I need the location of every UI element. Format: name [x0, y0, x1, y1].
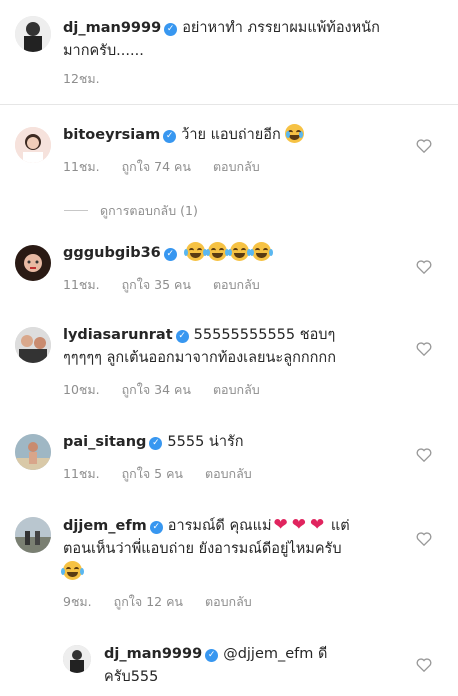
reply-button[interactable]: ตอบกลับ	[213, 159, 260, 174]
comment-likes[interactable]: ถูกใจ 34 คน	[122, 382, 191, 397]
verified-badge-icon: ✓	[149, 437, 163, 450]
tears-of-joy-emoji-icon	[250, 242, 274, 261]
comment-time: 11ชม.	[63, 466, 100, 481]
comment-time: 10ชม.	[63, 382, 100, 397]
comment-likes[interactable]: ถูกใจ 35 คน	[122, 277, 191, 292]
verified-badge-icon: ✓	[149, 521, 163, 534]
mention-link[interactable]: @djjem_efm	[223, 646, 313, 662]
reply-text: dj_man9999 ✓ @djjem_efm ดี ครับ555	[104, 643, 404, 689]
heart-outline-icon[interactable]	[416, 138, 432, 153]
comment-meta: 10ชม. ถูกใจ 34 คน ตอบกลับ	[63, 380, 282, 400]
comment-text: gggubgib36 ✓	[63, 242, 274, 265]
tears-of-joy-emoji-icon	[228, 242, 252, 261]
heart-outline-icon[interactable]	[416, 341, 432, 356]
comment-meta: 11ชม. ถูกใจ 5 คน ตอบกลับ	[63, 464, 274, 484]
comment-username[interactable]: gggubgib36	[63, 245, 161, 261]
reply-body-line2: ครับ555	[104, 669, 159, 685]
verified-badge-icon: ✓	[175, 330, 189, 343]
verified-badge-icon: ✓	[163, 130, 177, 143]
comment-body-line2: ตอนเห็นว่าพี่แอบถ่าย ยังอารมณ์ดีอยู่ไหมค…	[63, 541, 342, 557]
avatar-image	[15, 245, 51, 281]
avatar-image	[15, 327, 51, 363]
heart-outline-icon[interactable]	[416, 531, 432, 546]
avatar[interactable]	[15, 517, 51, 553]
comment-body-b: แต่	[330, 518, 350, 534]
verified-badge-icon: ✓	[205, 649, 219, 662]
avatar-image	[15, 517, 51, 553]
reply-button[interactable]: ตอบกลับ	[205, 594, 252, 609]
comment-meta: 9ชม. ถูกใจ 12 คน ตอบกลับ	[63, 592, 274, 612]
view-replies-button[interactable]: ดูการตอบกลับ (1)	[64, 201, 198, 221]
verified-badge-icon: ✓	[164, 23, 178, 36]
reply-button[interactable]: ตอบกลับ	[213, 382, 260, 397]
comment-text: djjem_efm ✓ อารมณ์ดี คุณแม่ ❤ ❤ ❤ แต่ ตอนเห็น…	[61, 514, 423, 584]
avatar[interactable]	[63, 645, 91, 673]
comment-time: 9ชม.	[63, 594, 92, 609]
red-heart-emoji-icon: ❤	[310, 515, 325, 535]
avatar[interactable]	[15, 434, 51, 470]
tears-of-joy-emoji-icon	[61, 561, 84, 580]
comment-meta: 11ชม. ถูกใจ 74 คน ตอบกลับ	[63, 157, 282, 177]
reply-button[interactable]: ตอบกลับ	[205, 466, 252, 481]
avatar-image	[15, 127, 51, 163]
comment-body: 5555 น่ารัก	[167, 434, 244, 450]
comment-username[interactable]: pai_sitang	[63, 434, 146, 450]
heart-outline-icon[interactable]	[416, 657, 432, 672]
avatar-image	[15, 16, 51, 52]
comment-username[interactable]: lydiasarunrat	[63, 327, 173, 343]
comment-username[interactable]: djjem_efm	[63, 518, 147, 534]
caption-meta: 12ชม.	[63, 69, 122, 89]
reply-body-a: ดี	[318, 646, 328, 662]
caption-section: dj_man9999 ✓ อย่าหาทำ ภรรยาผมแพ้ท้องหนัก ม…	[0, 0, 458, 105]
comment-text: pai_sitang ✓ 5555 น่ารัก	[63, 431, 244, 454]
caption-line1: อย่าหาทำ ภรรยาผมแพ้ท้องหนัก	[182, 20, 380, 36]
comment-body-line1: 55555555555 ชอบๆ	[193, 327, 336, 343]
comment-time: 11ชม.	[63, 277, 100, 292]
tears-of-joy-emoji-icon	[206, 242, 230, 261]
caption-text: dj_man9999 ✓ อย่าหาทำ ภรรยาผมแพ้ท้องหนัก ม…	[63, 17, 443, 63]
caption-line2: มากครับ......	[63, 43, 144, 59]
red-heart-emoji-icon: ❤	[291, 515, 306, 535]
comment-body: ว้าย แอบถ่ายอีก	[181, 127, 281, 143]
caption-time: 12ชม.	[63, 71, 100, 86]
heart-outline-icon[interactable]	[416, 259, 432, 274]
comment-likes[interactable]: ถูกใจ 74 คน	[122, 159, 191, 174]
comment-text: lydiasarunrat ✓ 55555555555 ชอบๆ ๆๆๆๆๆ ลูก…	[63, 324, 423, 370]
caption-username[interactable]: dj_man9999	[63, 20, 161, 36]
verified-badge-icon: ✓	[163, 248, 177, 261]
avatar-image	[15, 434, 51, 470]
comment-username[interactable]: bitoeyrsiam	[63, 127, 160, 143]
reply-button[interactable]: ตอบกลับ	[213, 277, 260, 292]
comment-time: 11ชม.	[63, 159, 100, 174]
comment-text: bitoeyrsiam ✓ ว้าย แอบถ่ายอีก	[63, 124, 307, 147]
tears-of-joy-emoji-icon	[184, 242, 208, 261]
comment-likes[interactable]: ถูกใจ 12 คน	[114, 594, 183, 609]
reply-username[interactable]: dj_man9999	[104, 646, 202, 662]
avatar[interactable]	[15, 16, 51, 52]
heart-outline-icon[interactable]	[416, 447, 432, 462]
avatar[interactable]	[15, 127, 51, 163]
comment-body-a: อารมณ์ดี คุณแม่	[167, 518, 272, 534]
avatar-image	[63, 645, 91, 673]
avatar[interactable]	[15, 327, 51, 363]
comment-meta: 11ชม. ถูกใจ 35 คน ตอบกลับ	[63, 275, 282, 295]
red-heart-emoji-icon: ❤	[273, 515, 288, 535]
comment-likes[interactable]: ถูกใจ 5 คน	[122, 466, 183, 481]
crying-emoji-icon	[285, 124, 305, 143]
avatar[interactable]	[15, 245, 51, 281]
comment-body-line2: ๆๆๆๆๆ ลูกเต้นออกมาจากท้องเลยนะลูกกกกก	[63, 350, 336, 366]
